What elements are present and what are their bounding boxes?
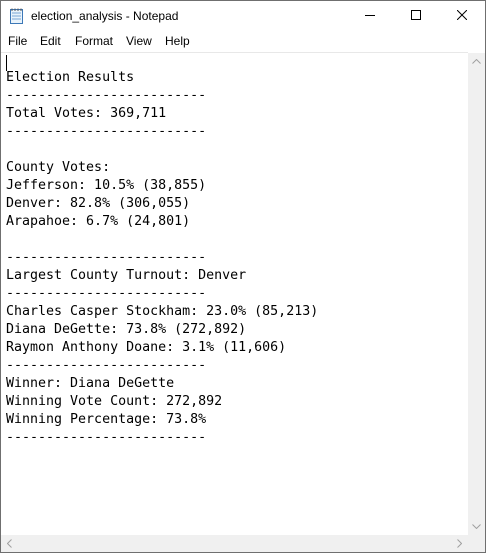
arrow-down-icon[interactable] [468, 518, 485, 535]
notepad-icon [10, 8, 23, 24]
notepad-window: election_analysis - Notepad File Edit Fo… [0, 0, 486, 553]
vertical-scrollbar[interactable] [468, 53, 485, 535]
menu-format[interactable]: Format [75, 34, 113, 48]
horizontal-scrollbar[interactable] [1, 535, 468, 552]
menu-help[interactable]: Help [165, 34, 190, 48]
arrow-left-icon[interactable] [1, 535, 18, 552]
maximize-button[interactable] [393, 1, 439, 31]
menu-view[interactable]: View [126, 34, 152, 48]
minimize-button[interactable] [347, 1, 393, 31]
window-title: election_analysis - Notepad [31, 9, 179, 23]
scrollbar-corner [468, 535, 485, 552]
document-text[interactable]: Election Results -----------------------… [6, 69, 318, 447]
menu-edit[interactable]: Edit [40, 34, 61, 48]
arrow-right-icon[interactable] [451, 535, 468, 552]
maximize-icon [411, 7, 421, 25]
arrow-up-icon[interactable] [468, 53, 485, 70]
text-editor[interactable]: Election Results -----------------------… [1, 52, 468, 536]
menu-bar: File Edit Format View Help [1, 31, 485, 51]
close-icon [456, 7, 468, 25]
minimize-icon [365, 7, 375, 25]
close-button[interactable] [439, 1, 485, 31]
title-bar[interactable]: election_analysis - Notepad [1, 1, 485, 31]
menu-file[interactable]: File [8, 34, 27, 48]
